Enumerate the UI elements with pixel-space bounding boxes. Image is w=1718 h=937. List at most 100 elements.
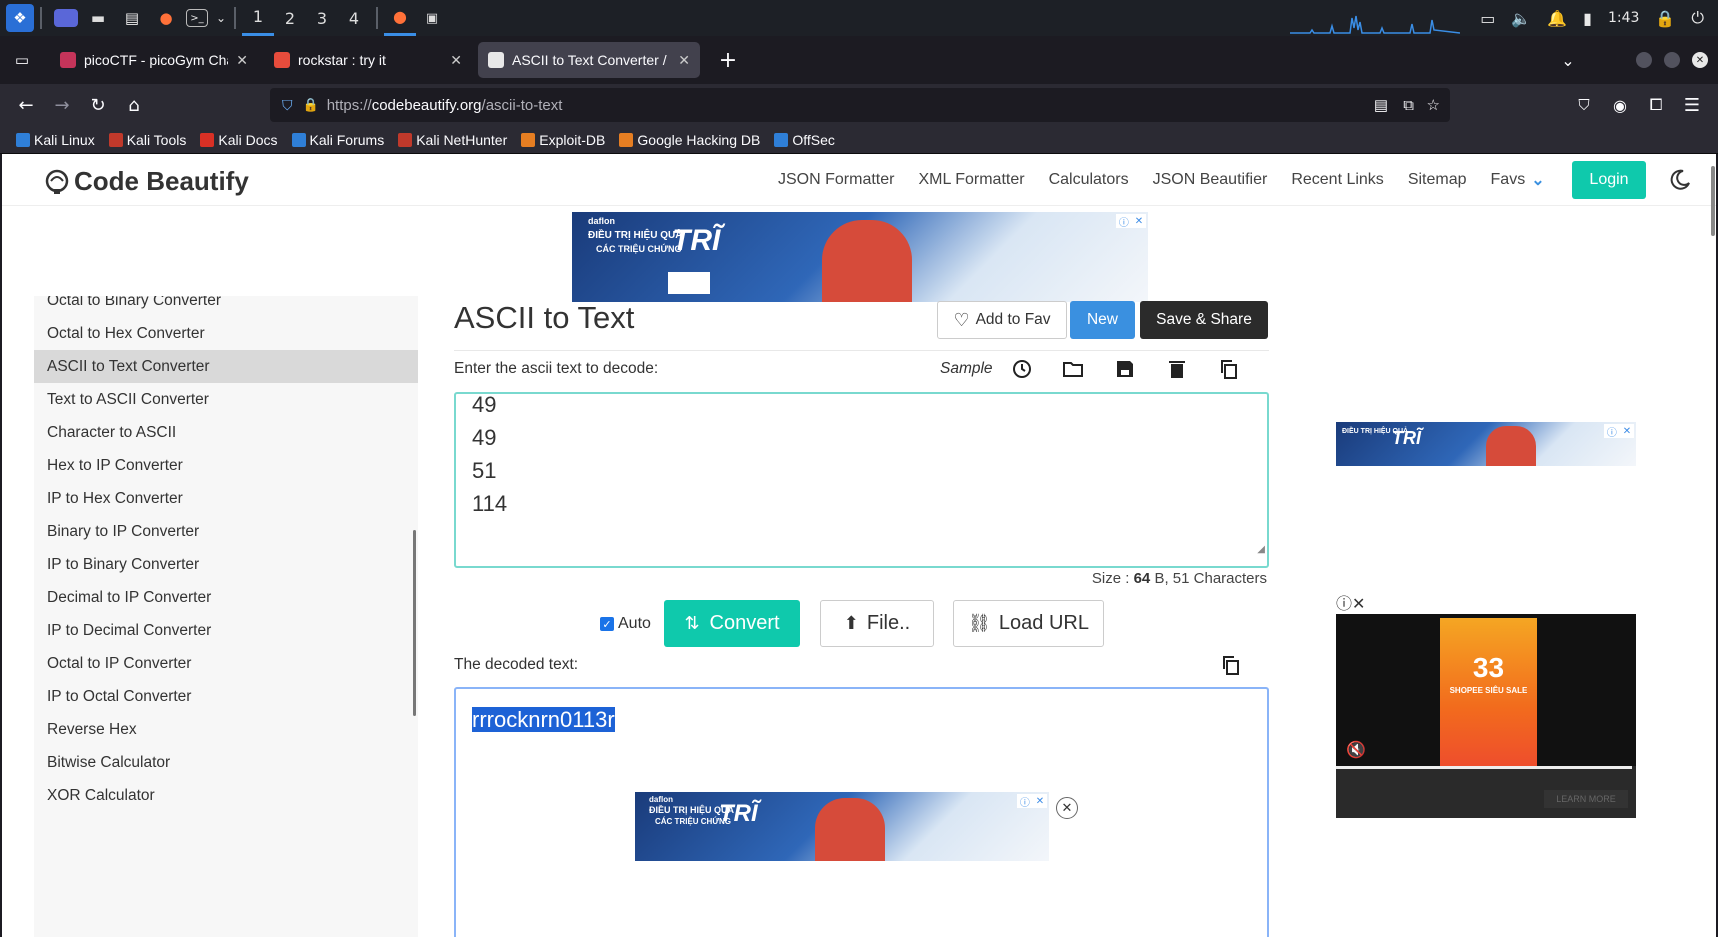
chevron-down-icon[interactable]: ⌄	[214, 4, 228, 32]
lock-icon[interactable]: 🔒	[1655, 9, 1675, 28]
url-bar[interactable]: ⛉ 🔒 https://codebeautify.org/ascii-to-te…	[270, 88, 1450, 122]
menu-json-formatter[interactable]: JSON Formatter	[778, 171, 894, 189]
lock-icon[interactable]: 🔒	[303, 97, 319, 113]
menu-recent-links[interactable]: Recent Links	[1291, 171, 1384, 189]
bookmark-exploit-db[interactable]: Exploit-DB	[521, 132, 605, 148]
list-all-tabs-chevron-icon[interactable]: ⌄	[1550, 42, 1586, 78]
sidebar-item-octal-to-binary[interactable]: Octal to Binary Converter	[34, 296, 418, 317]
menu-sitemap[interactable]: Sitemap	[1408, 171, 1467, 189]
bookmark-kali-forums[interactable]: Kali Forums	[291, 132, 384, 148]
reader-view-icon[interactable]: ▤	[1374, 96, 1388, 114]
bookmark-offsec[interactable]: OffSec	[774, 132, 835, 148]
sidebar-item-ascii-to-text[interactable]: ASCII to Text Converter	[34, 350, 418, 383]
tab-rockstar[interactable]: rockstar : try it ✕	[264, 42, 472, 78]
save-floppy-icon[interactable]	[1114, 358, 1136, 380]
notifications-bell-icon[interactable]: 🔔	[1547, 9, 1567, 28]
ascii-input-textarea[interactable]: 49 49 51 114 ◢	[454, 392, 1269, 568]
resize-handle-icon[interactable]: ◢	[1257, 533, 1265, 566]
bookmark-star-icon[interactable]: ☆	[1427, 96, 1440, 114]
kali-menu-icon[interactable]: ❖	[6, 4, 34, 32]
page-scrollbar[interactable]	[1711, 166, 1715, 236]
convert-button[interactable]: ⇅ Convert	[664, 600, 800, 647]
history-icon[interactable]	[1010, 358, 1032, 380]
save-and-share-button[interactable]: Save & Share	[1140, 301, 1268, 339]
dark-mode-moon-icon[interactable]	[1668, 168, 1692, 192]
sidebar-item-octal-to-ip[interactable]: Octal to IP Converter	[34, 647, 418, 680]
sidebar-item-bitwise-calculator[interactable]: Bitwise Calculator	[34, 746, 418, 779]
reload-icon[interactable]: ↻	[80, 87, 116, 123]
load-url-button[interactable]: ⛓ Load URL	[953, 600, 1104, 647]
tracking-shield-icon[interactable]: ⛉	[282, 97, 293, 114]
file-upload-button[interactable]: ⬆ File..	[820, 600, 934, 647]
copy-icon[interactable]	[1218, 358, 1240, 380]
file-manager-icon[interactable]: ▬	[84, 4, 112, 32]
close-tab-icon[interactable]: ✕	[678, 52, 690, 69]
close-tab-icon[interactable]: ✕	[450, 52, 462, 69]
right-banner-ad[interactable]: ĐIỀU TRỊ HIỆU QUẢ TRĨ ⓘ ✕	[1336, 422, 1636, 466]
workspace-1[interactable]: 1	[242, 0, 274, 36]
menu-favs[interactable]: Favs	[1491, 171, 1526, 189]
extensions-icon[interactable]: ⧠	[1638, 87, 1674, 123]
sidebar-item-text-to-ascii[interactable]: Text to ASCII Converter	[34, 383, 418, 416]
text-editor-icon[interactable]: ▤	[118, 4, 146, 32]
sidebar-item-octal-to-hex[interactable]: Octal to Hex Converter	[34, 317, 418, 350]
ad-close-icon[interactable]: ⓘ✕	[1116, 214, 1146, 229]
bookmark-kali-tools[interactable]: Kali Tools	[108, 132, 186, 148]
sample-link[interactable]: Sample	[940, 360, 993, 378]
mute-icon[interactable]: 🔇	[1346, 740, 1366, 760]
menu-calculators[interactable]: Calculators	[1049, 171, 1129, 189]
sidebar-item-binary-to-ip[interactable]: Binary to IP Converter	[34, 515, 418, 548]
sidebar-scrollbar[interactable]	[413, 530, 416, 716]
workspace-4[interactable]: 4	[338, 0, 370, 36]
show-desktop-icon[interactable]	[54, 9, 78, 27]
sidebar-item-character-to-ascii[interactable]: Character to ASCII	[34, 416, 418, 449]
pocket-icon[interactable]: ⛉	[1566, 87, 1602, 123]
menu-json-beautifier[interactable]: JSON Beautifier	[1153, 171, 1268, 189]
favs-chevron-down-icon[interactable]: ⌄	[1531, 170, 1544, 190]
terminal-window-button[interactable]: ▣	[416, 0, 448, 36]
close-window-button[interactable]: ✕	[1692, 52, 1708, 68]
battery-icon[interactable]: ▮	[1583, 9, 1592, 28]
video-progress[interactable]	[1336, 766, 1632, 769]
account-icon[interactable]: ◉	[1602, 87, 1638, 123]
shopee-video-ad[interactable]: 33 SHOPEE SIÊU SALE LEARN MORE 🔇 ⓘ✕	[1336, 590, 1636, 818]
power-icon[interactable]: ⏻	[1691, 8, 1704, 28]
checkbox-checked-icon[interactable]: ✓	[600, 617, 614, 631]
login-button[interactable]: Login	[1572, 161, 1646, 199]
picture-in-picture-icon[interactable]: ⧉	[1403, 97, 1414, 114]
minimize-button[interactable]	[1636, 52, 1652, 68]
workspace-2[interactable]: 2	[274, 0, 306, 36]
home-icon[interactable]: ⌂	[116, 87, 152, 123]
new-tab-icon[interactable]: +	[710, 42, 746, 78]
tab-list-icon[interactable]: ▭	[4, 42, 40, 78]
tab-ascii-to-text[interactable]: ASCII to Text Converter / ✕	[478, 42, 700, 78]
display-icon[interactable]: ▭	[1480, 9, 1495, 28]
ad-close-icon[interactable]: ⓘ✕	[1017, 794, 1047, 809]
open-folder-icon[interactable]	[1062, 358, 1084, 380]
close-tab-icon[interactable]: ✕	[236, 52, 248, 69]
workspace-3[interactable]: 3	[306, 0, 338, 36]
firefox-icon[interactable]: ●	[152, 4, 180, 32]
delete-trash-icon[interactable]	[1166, 358, 1188, 380]
volume-icon[interactable]: 🔈	[1511, 9, 1531, 28]
firefox-window-button[interactable]: ●	[384, 0, 416, 36]
site-logo[interactable]: Code Beautify	[44, 166, 249, 197]
menu-xml-formatter[interactable]: XML Formatter	[918, 171, 1024, 189]
clock[interactable]: 1:43	[1608, 10, 1639, 26]
top-banner-ad[interactable]: daflon ĐIỀU TRỊ HIỆU QUẢ CÁC TRIỆU CHỨNG…	[572, 212, 1148, 302]
bookmark-kali-docs[interactable]: Kali Docs	[200, 132, 278, 148]
sidebar-item-ip-to-hex[interactable]: IP to Hex Converter	[34, 482, 418, 515]
sidebar-item-reverse-hex[interactable]: Reverse Hex	[34, 713, 418, 746]
bookmark-kali-linux[interactable]: Kali Linux	[16, 132, 95, 148]
auto-checkbox[interactable]: ✓ Auto	[600, 615, 651, 633]
copy-output-icon[interactable]	[1220, 654, 1242, 676]
close-sticky-ad-icon[interactable]: ✕	[1056, 797, 1078, 819]
ad-close-icon[interactable]: ⓘ✕	[1604, 424, 1634, 439]
sidebar-item-ip-to-decimal[interactable]: IP to Decimal Converter	[34, 614, 418, 647]
sidebar-item-ip-to-octal[interactable]: IP to Octal Converter	[34, 680, 418, 713]
forward-arrow-icon[interactable]: →	[44, 87, 80, 123]
sidebar-item-decimal-to-ip[interactable]: Decimal to IP Converter	[34, 581, 418, 614]
sidebar-item-ip-to-binary[interactable]: IP to Binary Converter	[34, 548, 418, 581]
bookmark-kali-nethunter[interactable]: Kali NetHunter	[398, 132, 507, 148]
terminal-icon[interactable]: >_	[186, 9, 208, 27]
